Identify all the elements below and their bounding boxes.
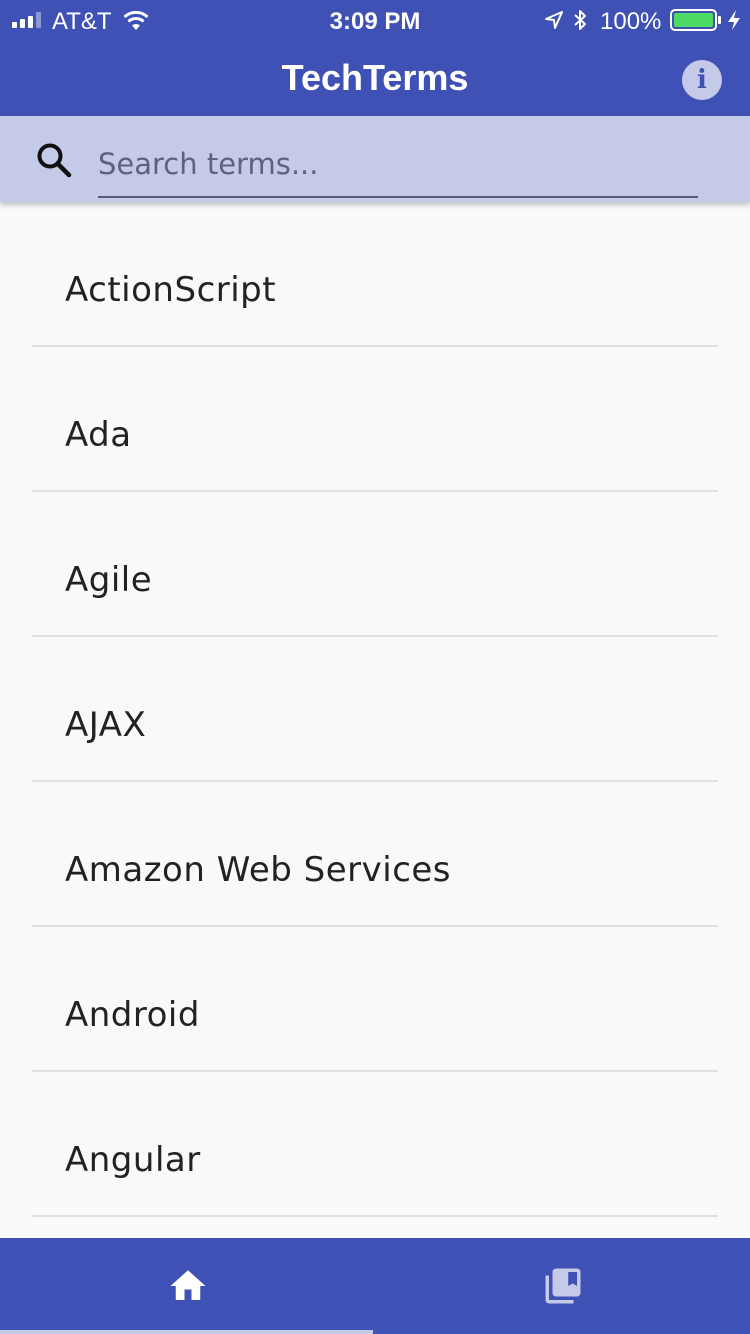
page-title: TechTerms bbox=[281, 57, 469, 98]
bluetooth-icon bbox=[574, 10, 586, 30]
location-icon bbox=[545, 11, 563, 29]
list-item[interactable]: Amazon Web Services bbox=[32, 782, 718, 927]
term-label: Angular bbox=[65, 1140, 201, 1180]
list-item[interactable]: Ada bbox=[32, 347, 718, 492]
bookmarks-icon bbox=[545, 1268, 581, 1304]
search-bar bbox=[0, 116, 750, 202]
term-list: ActionScript Ada Agile AJAX Amazon Web S… bbox=[0, 202, 750, 1238]
battery-percent: 100% bbox=[600, 8, 662, 35]
list-item[interactable]: ActionScript bbox=[32, 202, 718, 347]
list-item[interactable]: Angular bbox=[32, 1072, 718, 1217]
list-item[interactable]: Android bbox=[32, 927, 718, 1072]
search-input[interactable] bbox=[98, 132, 698, 198]
search-icon bbox=[37, 143, 72, 178]
app-screen: AT&T 3:09 PM 100% TechTerms i Search ter… bbox=[0, 0, 750, 1334]
tab-home[interactable] bbox=[0, 1238, 375, 1334]
info-icon[interactable]: i bbox=[682, 60, 722, 100]
status-bar: AT&T 3:09 PM 100% bbox=[0, 0, 750, 40]
list-item[interactable]: Agile bbox=[32, 492, 718, 637]
list-item[interactable]: AJAX bbox=[32, 637, 718, 782]
tab-saved[interactable] bbox=[375, 1238, 750, 1334]
battery-icon bbox=[670, 9, 721, 31]
bottom-nav bbox=[0, 1238, 750, 1334]
charging-icon bbox=[728, 10, 740, 30]
home-icon bbox=[170, 1270, 206, 1300]
app-bar: TechTerms i bbox=[0, 40, 750, 116]
